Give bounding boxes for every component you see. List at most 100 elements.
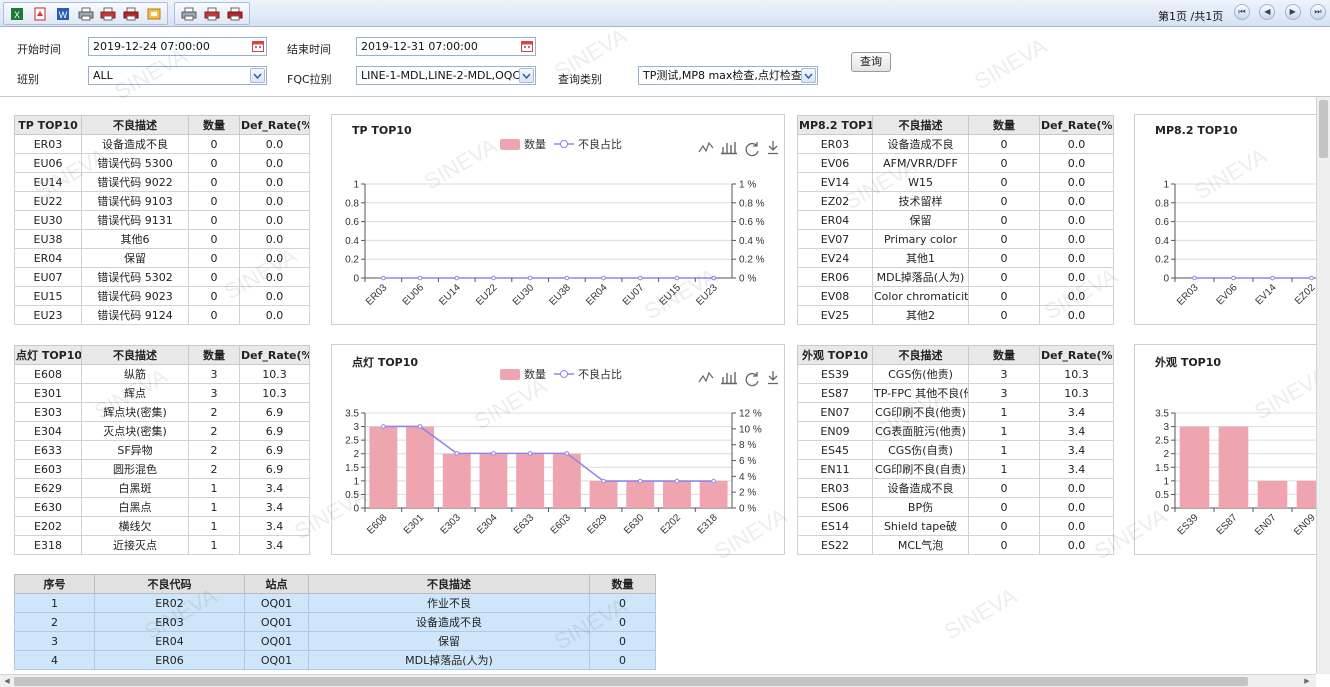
end-time-input[interactable]: 2019-12-31 07:00:00 <box>356 37 536 56</box>
table-row[interactable]: E608 纵筋 3 10.3 <box>14 364 310 384</box>
export-icon[interactable] <box>144 5 163 22</box>
print-icon[interactable] <box>76 5 95 22</box>
table-row[interactable]: ER04 保留 0 0.0 <box>14 248 310 268</box>
table-cell: MDL掉落品(人为) <box>308 650 590 670</box>
table-row[interactable]: E304 灭点块(密集) 2 6.9 <box>14 421 310 441</box>
table-row[interactable]: E318 近接灭点 1 3.4 <box>14 535 310 555</box>
table-cell: ER03 <box>797 134 873 154</box>
calendar-icon[interactable] <box>252 40 264 52</box>
table-cell: EN09 <box>797 421 873 441</box>
print-icon[interactable] <box>179 5 198 22</box>
print-pdf-icon[interactable] <box>202 5 221 22</box>
shift-select[interactable]: ALL <box>88 66 267 85</box>
table-cell: W15 <box>872 172 969 192</box>
table-row[interactable]: E629 白黑斑 1 3.4 <box>14 478 310 498</box>
last-page-button[interactable]: ⏭ <box>1309 4 1326 20</box>
table-row[interactable]: EZ02 技术留样 0 0.0 <box>797 191 1114 211</box>
legend-label-rate: 不良占比 <box>578 367 622 381</box>
scroll-right-icon[interactable]: ▶ <box>1302 676 1312 686</box>
table-row[interactable]: ES39 CGS伤(他责) 3 10.3 <box>797 364 1114 384</box>
start-time-input[interactable]: 2019-12-24 07:00:00 <box>88 37 267 56</box>
detail-row[interactable]: 4 ER06 OQ01 MDL掉落品(人为) 0 <box>14 650 656 670</box>
table-row[interactable]: E202 横线欠 1 3.4 <box>14 516 310 536</box>
detail-row[interactable]: 3 ER04 OQ01 保留 0 <box>14 631 656 651</box>
table-cell: 3.4 <box>1039 440 1114 460</box>
table-row[interactable]: ES06 BP伤 0 0.0 <box>797 497 1114 517</box>
horizontal-scrollbar[interactable]: ◀ ▶ <box>0 674 1316 687</box>
table-row[interactable]: EN09 CG表面脏污(他责) 1 3.4 <box>797 421 1114 441</box>
table-row[interactable]: EU38 其他6 0 0.0 <box>14 229 310 249</box>
table-cell: 其他1 <box>872 248 969 268</box>
table-row[interactable]: EU22 错误代码 9103 0 0.0 <box>14 191 310 211</box>
tp-chart: 0 0.2 0.4 0.6 0.8 1 0 % 0.2 % 0.4 % 0.6 % 0.8 % 1 %… <box>345 137 778 308</box>
table-row[interactable]: EV08 Color chromaticity 0 0.0 <box>797 286 1114 306</box>
table-row[interactable]: ES22 MCL气泡 0 0.0 <box>797 535 1114 555</box>
table-row[interactable]: ER03 设备造成不良 0 0.0 <box>797 134 1114 154</box>
detail-row[interactable]: 2 ER03 OQ01 设备造成不良 0 <box>14 612 656 632</box>
table-row[interactable]: ES14 Shield tape破 0 0.0 <box>797 516 1114 536</box>
vertical-scrollbar[interactable] <box>1316 97 1330 674</box>
rate-point <box>637 478 643 484</box>
table-cell: 灭点块(密集) <box>81 421 189 441</box>
table-cell: MCL气泡 <box>872 535 969 555</box>
table-row[interactable]: E301 辉点 3 10.3 <box>14 383 310 403</box>
vertical-scroll-thumb[interactable] <box>1319 100 1328 158</box>
table-row[interactable]: EU15 错误代码 9023 0 0.0 <box>14 286 310 306</box>
table-cell: TP-FPC 其他不良(他责 <box>872 383 969 403</box>
print-pdf-icon[interactable] <box>99 5 118 22</box>
table-row[interactable]: EV14 W15 0 0.0 <box>797 172 1114 192</box>
table-row[interactable]: EN11 CG印刷不良(自责) 1 3.4 <box>797 459 1114 479</box>
chevron-down-icon[interactable] <box>519 68 534 83</box>
table-cell: 0.0 <box>1039 153 1114 173</box>
calendar-icon[interactable] <box>521 40 533 52</box>
query-button[interactable]: 查询 <box>851 52 891 72</box>
scroll-left-icon[interactable]: ◀ <box>2 676 12 686</box>
first-page-button[interactable]: ⏮ <box>1234 4 1250 20</box>
pdf-icon[interactable] <box>31 5 50 22</box>
excel-icon[interactable]: X <box>8 5 27 22</box>
next-page-button[interactable]: ▶ <box>1284 4 1301 20</box>
query-type-select[interactable]: TP测试,MP8 max检查,点灯检查,外 <box>638 66 818 85</box>
fqc-line-select[interactable]: LINE-1-MDL,LINE-2-MDL,OQC <box>356 66 536 85</box>
table-row[interactable]: EU30 错误代码 9131 0 0.0 <box>14 210 310 230</box>
table-row[interactable]: ES87TP-FPC 其他不良(他责310.3 <box>797 383 1114 403</box>
table-row[interactable]: ER04 保留 0 0.0 <box>797 210 1114 230</box>
horizontal-scroll-thumb[interactable] <box>14 677 1248 686</box>
x-tick-label: EZ02 <box>1293 282 1318 307</box>
table-row[interactable]: ER06 MDL掉落品(人为) 0 0.0 <box>797 267 1114 287</box>
x-tick-label: E304 <box>475 512 500 537</box>
table-cell: OQ01 <box>244 593 309 613</box>
table-cell: 保留 <box>81 248 189 268</box>
table-row[interactable]: EU07 错误代码 5302 0 0.0 <box>14 267 310 287</box>
table-row[interactable]: EV24 其他1 0 0.0 <box>797 248 1114 268</box>
word-icon[interactable]: W <box>53 5 72 22</box>
table-row[interactable]: EV07 Primary color 0 0.0 <box>797 229 1114 249</box>
prev-page-button[interactable]: ◀ <box>1259 4 1276 20</box>
table-row[interactable]: E303 辉点块(密集) 2 6.9 <box>14 402 310 422</box>
table-row[interactable]: ES45 CGS伤(自责) 1 3.4 <box>797 440 1114 460</box>
print-red-icon[interactable] <box>225 5 244 22</box>
bar <box>552 453 581 508</box>
table-cell: EU07 <box>14 267 82 287</box>
table-row[interactable]: EU06 错误代码 5300 0 0.0 <box>14 153 310 173</box>
chevron-down-icon[interactable] <box>250 68 265 83</box>
rate-point <box>1231 275 1236 281</box>
table-row[interactable]: E633 SF异物 2 6.9 <box>14 440 310 460</box>
table-row[interactable]: EU23 错误代码 9124 0 0.0 <box>14 305 310 325</box>
table-cell: ER06 <box>94 650 245 670</box>
table-row[interactable]: EU14 错误代码 9022 0 0.0 <box>14 172 310 192</box>
table-cell: EU06 <box>14 153 82 173</box>
table-row[interactable]: EV06 AFM/VRR/DFF 0 0.0 <box>797 153 1114 173</box>
chevron-down-icon[interactable] <box>801 68 816 83</box>
table-row[interactable]: EV25 其他2 0 0.0 <box>797 305 1114 325</box>
legend-marker-rate <box>560 140 568 148</box>
table-row[interactable]: EN07 CG印刷不良(他责) 1 3.4 <box>797 402 1114 422</box>
table-row[interactable]: ER03 设备造成不良 0 0.0 <box>14 134 310 154</box>
detail-row[interactable]: 1 ER02 OQ01 作业不良 0 <box>14 593 656 613</box>
table-row[interactable]: E603 圆形混色 2 6.9 <box>14 459 310 479</box>
table-cell: 10.3 <box>239 383 310 403</box>
line-chart-icon <box>698 141 714 153</box>
table-row[interactable]: E630 白黑点 1 3.4 <box>14 497 310 517</box>
table-row[interactable]: ER03 设备造成不良 0 0.0 <box>797 478 1114 498</box>
print-red-icon[interactable] <box>122 5 141 22</box>
